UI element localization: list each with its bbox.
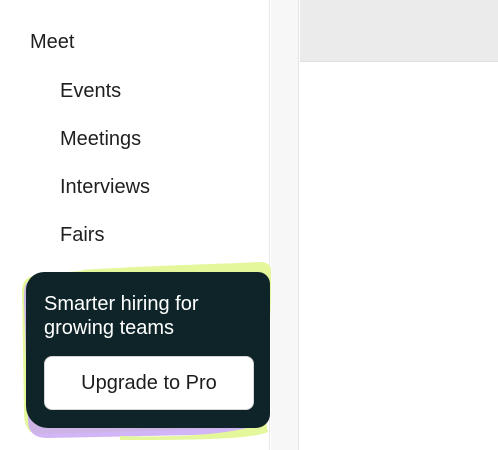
upgrade-promo: Smarter hiring for growing teams Upgrade… [20,262,272,440]
sidebar-item-fairs[interactable]: Fairs [60,223,104,247]
sidebar: Meet Events Meetings Interviews Fairs Sm… [0,0,272,450]
upgrade-to-pro-button[interactable]: Upgrade to Pro [44,356,254,410]
app-window: Meet Events Meetings Interviews Fairs Sm… [0,0,498,450]
promo-card: Smarter hiring for growing teams Upgrade… [26,272,270,428]
sidebar-item-events[interactable]: Events [60,79,121,103]
sidebar-item-interviews[interactable]: Interviews [60,175,150,199]
main-content [300,0,498,450]
sidebar-item-meetings[interactable]: Meetings [60,127,141,151]
sidebar-gutter [271,0,299,450]
promo-text: Smarter hiring for growing teams [44,293,199,339]
sidebar-section-meet[interactable]: Meet [30,30,74,54]
main-header [300,0,498,62]
